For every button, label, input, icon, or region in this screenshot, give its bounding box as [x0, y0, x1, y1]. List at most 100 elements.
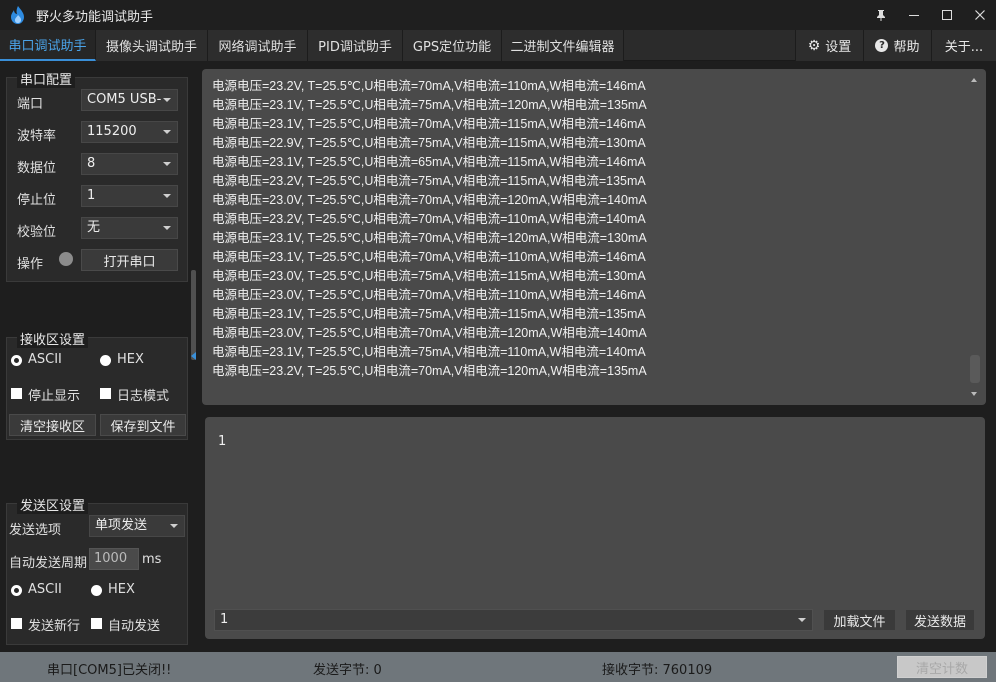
- window-title: 野火多功能调试助手: [36, 9, 154, 25]
- send-settings-title: 发送区设置: [17, 495, 89, 514]
- receive-line: 电源电压=22.9V, T=25.5℃,U相电流=75mA,V相电流=115mA…: [212, 136, 646, 150]
- gear-icon: ⚙: [807, 37, 821, 54]
- close-icon[interactable]: [963, 0, 996, 30]
- port-status-led: [59, 252, 73, 266]
- recv-settings-title: 接收区设置: [17, 329, 89, 348]
- port-value: COM5 USB-: [87, 92, 162, 107]
- send-settings-group: 发送区设置 发送选项 单项发送 自动发送周期 1000 ms ASCII HEX…: [6, 495, 188, 645]
- minimize-icon[interactable]: [897, 0, 930, 30]
- stopbits-label: 停止位: [17, 193, 57, 208]
- send-text: 1: [218, 434, 227, 449]
- receive-line: 电源电压=23.2V, T=25.5℃,U相电流=75mA,V相电流=115mA…: [212, 174, 646, 188]
- sent-bytes-text: 发送字节: 0: [313, 663, 382, 678]
- stopbits-select[interactable]: 1: [81, 185, 178, 207]
- parity-label: 校验位: [17, 225, 57, 240]
- port-select[interactable]: COM5 USB-: [81, 89, 178, 111]
- clear-count-button[interactable]: 清空计数: [897, 656, 987, 678]
- send-textarea[interactable]: 1 1 加载文件 发送数据: [205, 417, 985, 639]
- chevron-down-icon: [163, 194, 171, 198]
- scroll-down-icon[interactable]: [971, 392, 977, 396]
- auto-send-checkbox[interactable]: [91, 618, 102, 629]
- receive-line: 电源电压=23.1V, T=25.5℃,U相电流=70mA,V相电流=110mA…: [212, 250, 646, 264]
- period-unit-label: ms: [142, 552, 162, 567]
- databits-value: 8: [87, 156, 96, 171]
- clear-recv-button[interactable]: 清空接收区: [9, 414, 96, 436]
- settings-button[interactable]: ⚙ 设置: [795, 30, 863, 61]
- receive-line: 电源电压=23.0V, T=25.5℃,U相电流=75mA,V相电流=115mA…: [212, 269, 646, 283]
- receive-textarea[interactable]: 电源电压=23.2V, T=25.5℃,U相电流=70mA,V相电流=110mA…: [202, 69, 986, 405]
- send-history-select[interactable]: 1: [214, 609, 813, 631]
- send-hex-label: HEX: [108, 582, 135, 597]
- about-button[interactable]: 关于...: [931, 30, 996, 61]
- baud-select[interactable]: 115200: [81, 121, 178, 143]
- send-newline-checkbox[interactable]: [11, 618, 22, 629]
- load-file-button[interactable]: 加载文件: [823, 609, 896, 631]
- main-tab-bar: 串口调试助手 摄像头调试助手 网络调试助手 PID调试助手 GPS定位功能 二进…: [0, 30, 996, 61]
- send-ascii-label: ASCII: [28, 582, 62, 597]
- open-port-button[interactable]: 打开串口: [81, 249, 178, 271]
- auto-period-label: 自动发送周期: [9, 556, 88, 571]
- chevron-down-icon: [163, 162, 171, 166]
- recv-bytes-text: 接收字节: 760109: [602, 663, 713, 678]
- receive-line: 电源电压=23.1V, T=25.5℃,U相电流=65mA,V相电流=115mA…: [212, 155, 646, 169]
- send-newline-label: 发送新行: [28, 619, 81, 634]
- maximize-icon[interactable]: [930, 0, 963, 30]
- tab-serial-assistant[interactable]: 串口调试助手: [0, 30, 96, 61]
- send-ascii-radio[interactable]: [11, 585, 22, 596]
- collapse-panel-icon[interactable]: [191, 352, 196, 360]
- tab-gps[interactable]: GPS定位功能: [403, 30, 502, 61]
- chevron-down-icon: [798, 618, 806, 622]
- send-option-select[interactable]: 单项发送: [89, 515, 185, 537]
- chevron-down-icon: [163, 130, 171, 134]
- send-history-value: 1: [220, 612, 229, 627]
- parity-select[interactable]: 无: [81, 217, 178, 239]
- left-panel-scrollbar[interactable]: [191, 270, 196, 360]
- tab-binary-editor[interactable]: 二进制文件编辑器: [502, 30, 624, 61]
- send-data-button[interactable]: 发送数据: [905, 609, 975, 631]
- log-mode-label: 日志模式: [117, 389, 170, 404]
- serial-config-group: 串口配置 端口 COM5 USB- 波特率 115200 数据位 8 停止位 1…: [6, 69, 188, 282]
- auto-period-input[interactable]: 1000: [89, 548, 139, 570]
- send-hex-radio[interactable]: [91, 585, 102, 596]
- scroll-up-icon[interactable]: [971, 78, 977, 82]
- receive-line: 电源电压=23.2V, T=25.5℃,U相电流=70mA,V相电流=110mA…: [212, 79, 646, 93]
- recv-ascii-radio[interactable]: [11, 355, 22, 366]
- help-button[interactable]: ? 帮助: [863, 30, 931, 61]
- tab-network-assistant[interactable]: 网络调试助手: [208, 30, 308, 61]
- save-to-file-button[interactable]: 保存到文件: [100, 414, 186, 436]
- flame-logo-icon: [11, 6, 24, 24]
- status-bar: 串口[COM5]已关闭!! 发送字节: 0 接收字节: 760109 清空计数: [0, 652, 996, 682]
- parity-value: 无: [87, 220, 101, 235]
- receive-line: 电源电压=23.1V, T=25.5℃,U相电流=70mA,V相电流=115mA…: [212, 117, 646, 131]
- receive-line: 电源电压=23.2V, T=25.5℃,U相电流=70mA,V相电流=120mA…: [212, 364, 647, 378]
- databits-select[interactable]: 8: [81, 153, 178, 175]
- receive-line: 电源电压=23.1V, T=25.5℃,U相电流=75mA,V相电流=120mA…: [212, 98, 647, 112]
- title-bar: 野火多功能调试助手: [0, 0, 996, 30]
- help-icon: ?: [875, 39, 889, 52]
- auto-send-label: 自动发送: [108, 619, 161, 634]
- tab-pid-assistant[interactable]: PID调试助手: [308, 30, 403, 61]
- recv-hex-radio[interactable]: [100, 355, 111, 366]
- serial-config-title: 串口配置: [17, 69, 76, 88]
- tab-camera-assistant[interactable]: 摄像头调试助手: [96, 30, 208, 61]
- receive-scrollbar-thumb[interactable]: [970, 355, 980, 383]
- log-mode-checkbox[interactable]: [100, 388, 111, 399]
- receive-line: 电源电压=23.0V, T=25.5℃,U相电流=70mA,V相电流=120mA…: [212, 326, 647, 340]
- chevron-down-icon: [163, 226, 171, 230]
- pin-icon[interactable]: [864, 0, 897, 30]
- recv-hex-label: HEX: [117, 352, 144, 367]
- stop-display-checkbox[interactable]: [11, 388, 22, 399]
- receive-line: 电源电压=23.0V, T=25.5℃,U相电流=70mA,V相电流=110mA…: [212, 288, 646, 302]
- operation-label: 操作: [17, 257, 44, 272]
- settings-label: 设置: [825, 40, 852, 55]
- help-label: 帮助: [893, 40, 920, 55]
- stop-display-label: 停止显示: [28, 389, 81, 404]
- chevron-down-icon: [170, 524, 178, 528]
- receive-line: 电源电压=23.1V, T=25.5℃,U相电流=75mA,V相电流=115mA…: [212, 307, 646, 321]
- databits-label: 数据位: [17, 161, 57, 176]
- recv-settings-group: 接收区设置 ASCII HEX 停止显示 日志模式 清空接收区 保存到文件: [6, 329, 188, 440]
- baud-value: 115200: [87, 124, 137, 139]
- stopbits-value: 1: [87, 188, 96, 203]
- send-option-label: 发送选项: [9, 523, 62, 538]
- chevron-down-icon: [163, 98, 171, 102]
